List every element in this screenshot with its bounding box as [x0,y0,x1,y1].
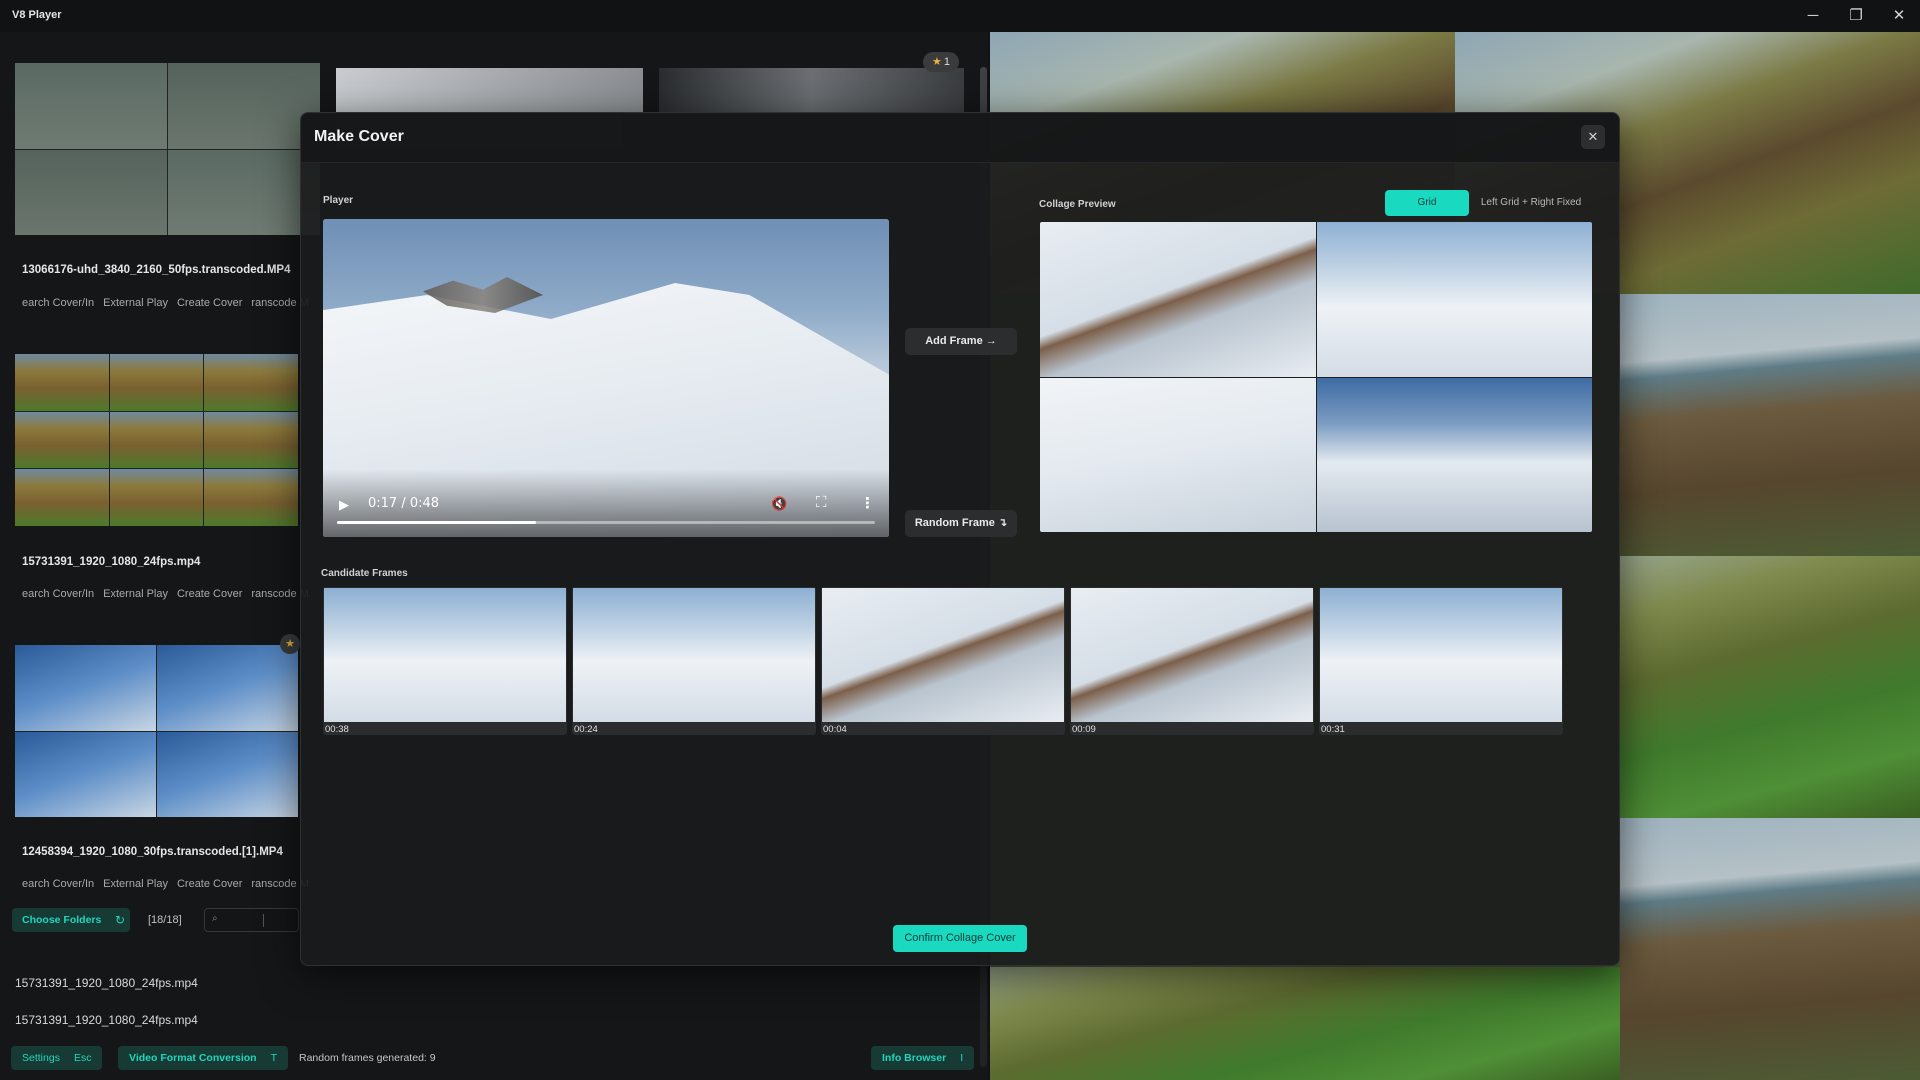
candidate-frame-image [1320,588,1562,722]
candidate-frame-image [822,588,1064,722]
candidate-frame-time: 00:09 [1072,724,1096,735]
settings-label: Settings [22,1052,60,1064]
dialog-title: Make Cover [314,128,404,145]
fullscreen-icon[interactable]: ⛶ [816,494,827,511]
video-format-label: Video Format Conversion [129,1052,257,1064]
collage-cell [1040,222,1316,377]
preview-tile [990,967,1620,1080]
item-thumbnail[interactable] [15,63,320,235]
item-filename: 13066176-uhd_3840_2160_50fps.transcoded.… [22,264,291,276]
create-cover-link[interactable]: Create Cover [177,878,242,890]
candidate-frame-time: 00:04 [823,724,847,735]
external-play-link[interactable]: External Play [103,297,168,309]
more-options-icon[interactable]: ⋮ [860,494,875,512]
candidate-frame-image [573,588,815,722]
info-browser-label: Info Browser [882,1052,947,1064]
candidate-frame-image [324,588,566,722]
star-count: 1 [943,56,950,68]
info-browser-button[interactable]: Info Browser I [871,1046,975,1070]
search-cover-link[interactable]: earch Cover/In [22,588,94,600]
candidate-frame[interactable]: 00:31 [1319,587,1563,735]
candidate-frame[interactable]: 00:04 [821,587,1065,735]
search-icon: ⌕ [212,913,218,924]
search-cover-link[interactable]: earch Cover/In [22,878,94,890]
create-cover-link[interactable]: Create Cover [177,588,242,600]
candidate-frame[interactable]: 00:24 [572,587,816,735]
candidate-frame-time: 00:24 [574,724,598,735]
search-input[interactable]: ⌕ [204,908,299,932]
candidate-frame-time: 00:38 [325,724,349,735]
collage-cell [1040,377,1316,532]
random-frame-button[interactable]: Random Frame ↴ [905,510,1017,537]
create-cover-link[interactable]: Create Cover [177,297,242,309]
layout-grid-button[interactable]: Grid [1385,190,1469,216]
add-frame-button[interactable]: Add Frame → [905,328,1017,355]
video-format-conversion-button[interactable]: Video Format Conversion T [118,1046,289,1070]
external-play-link[interactable]: External Play [103,588,168,600]
status-text: Random frames generated: 9 [299,1052,436,1064]
settings-key-hint: Esc [73,1052,92,1064]
item-actions: earch Cover/In External Play Create Cover r… [22,878,318,890]
item-filename: 15731391_1920_1080_24fps.mp4 [22,556,201,568]
app-title: V8 Player [12,9,62,21]
mute-icon[interactable]: 🔇 [771,496,787,512]
collage-cell [1316,377,1592,532]
close-dialog-button[interactable]: ✕ [1581,125,1605,149]
star-icon: ★ [932,56,942,68]
item-actions: earch Cover/In External Play Create Cover r… [22,297,318,309]
collage-preview-label: Collage Preview [1039,199,1116,210]
item-filename: 12458394_1920_1080_30fps.transcoded.[1].… [22,846,283,858]
refresh-icon[interactable]: ↻ [110,908,130,932]
seek-bar-fill [337,521,537,524]
confirm-collage-cover-button[interactable]: Confirm Collage Cover [893,925,1027,952]
file-count: [18/18] [148,914,182,926]
candidate-frame[interactable]: 00:38 [323,587,567,735]
collage-preview [1040,222,1592,532]
dialog-header: Make Cover ✕ [301,113,1619,163]
collage-cell [1316,222,1592,377]
video-time: 0:17 / 0:48 [368,496,440,511]
title-bar: V8 Player ─ ❐ ✕ [0,0,1920,32]
search-cover-link[interactable]: earch Cover/In [22,297,94,309]
external-play-link[interactable]: External Play [103,878,168,890]
make-cover-dialog: Make Cover ✕ Player ▶ 0:17 / 0:48 🔇 ⛶ ⋮ … [300,112,1620,966]
star-badge: ★ 1 [923,52,959,72]
video-player[interactable]: ▶ 0:17 / 0:48 🔇 ⛶ ⋮ [323,219,889,537]
player-label: Player [323,195,354,206]
search-divider [263,914,264,927]
candidate-frame-image [1071,588,1313,722]
play-icon[interactable]: ▶ [339,497,349,513]
layout-left-grid-right-fixed-button[interactable]: Left Grid + Right Fixed [1469,190,1593,216]
video-format-key-hint: T [270,1052,278,1064]
candidate-frames-label: Candidate Frames [321,568,408,579]
item-thumbnail[interactable] [15,354,298,526]
candidate-frame-time: 00:31 [1321,724,1345,735]
preview-tile [1620,294,1920,556]
list-item[interactable]: 15731391_1920_1080_24fps.mp4 [15,976,198,990]
info-browser-key-hint: I [960,1052,964,1064]
maximize-button[interactable]: ❐ [1839,4,1873,28]
item-thumbnail[interactable] [15,645,298,817]
seek-bar[interactable] [337,521,875,524]
star-icon: ★ [280,634,300,654]
preview-tile [1620,556,1920,818]
settings-button[interactable]: Settings Esc [11,1046,103,1070]
minimize-button[interactable]: ─ [1796,4,1830,28]
list-item[interactable]: 15731391_1920_1080_24fps.mp4 [15,1013,198,1027]
item-actions: earch Cover/In External Play Create Cover r… [22,588,318,600]
close-window-button[interactable]: ✕ [1882,4,1916,28]
candidate-frame[interactable]: 00:09 [1070,587,1314,735]
preview-tile [1620,818,1920,1080]
